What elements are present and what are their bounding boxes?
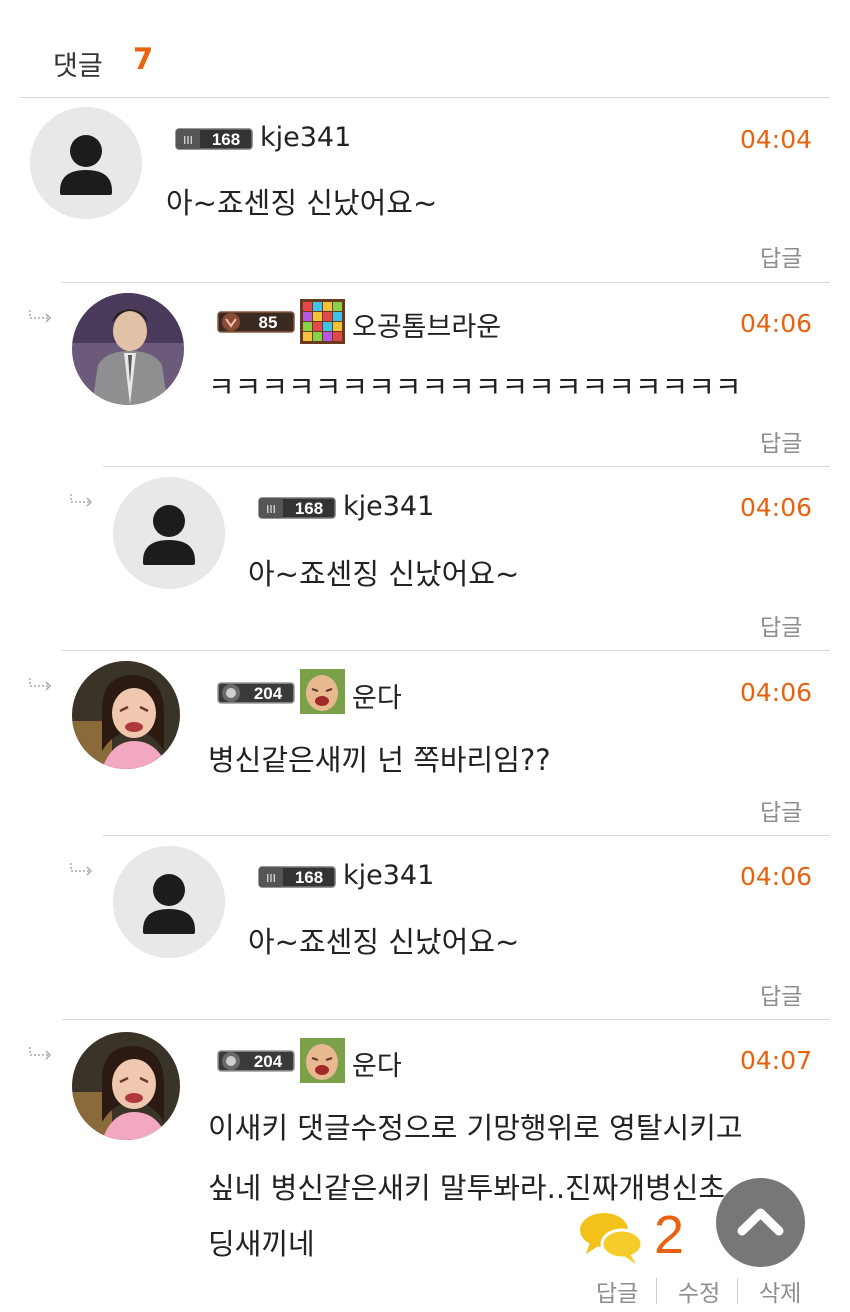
user-icon-image (300, 1038, 345, 1083)
timestamp: 04:06 (740, 309, 813, 338)
reply-button[interactable]: 답글 (760, 793, 802, 827)
level-badge: 204 (216, 680, 296, 706)
scroll-top-button[interactable] (716, 1178, 805, 1267)
reply-button[interactable]: 답글 (760, 608, 802, 642)
comment-item: 85 오공톰브라운 04:06 ㅋㅋㅋㅋㅋㅋㅋㅋㅋㅋㅋㅋㅋㅋㅋㅋㅋㅋㅋㅋ 답글 (62, 282, 830, 466)
reply-link[interactable]: 답글 (596, 1274, 638, 1308)
comment-count-badge: 2 (654, 1205, 685, 1265)
default-user-icon (113, 846, 225, 958)
comment-item: III 168 kje341 04:06 아~죠센징 신났어요~ 답글 (103, 466, 830, 650)
avatar[interactable] (72, 661, 180, 769)
comments-header: 댓글 7 (20, 0, 830, 98)
edit-link[interactable]: 수정 (678, 1274, 720, 1308)
divider (656, 1278, 657, 1304)
avatar[interactable] (30, 107, 142, 219)
svg-text:III: III (183, 134, 193, 147)
nickname[interactable]: 오공톰브라운 (352, 305, 501, 344)
user-icon-image (300, 299, 345, 344)
comment-text: 아~죠센징 신났어요~ (248, 557, 520, 591)
reply-arrow-icon (69, 862, 95, 876)
nickname[interactable]: 운다 (352, 676, 402, 715)
user-photo (72, 293, 184, 405)
comment-text-line-1: 이새키 댓글수정으로 기망행위로 영탈시키고 (208, 1111, 743, 1145)
level-number: 168 (295, 499, 323, 518)
comment-text: 병신같은새끼 넌 쪽바리임?? (208, 743, 551, 777)
default-user-icon (113, 477, 225, 589)
comment-text-line-3: 딩새끼네 (208, 1227, 315, 1261)
user-photo (72, 1032, 180, 1140)
comment-text: 아~죠센징 신났어요~ (166, 186, 438, 220)
comment-item: III 168 kje341 04:06 아~죠센징 신났어요~ 답글 (103, 835, 830, 1019)
nickname[interactable]: kje341 (343, 491, 434, 522)
timestamp: 04:04 (740, 125, 813, 154)
chevron-up-icon (737, 1208, 784, 1236)
reply-arrow-icon (28, 309, 54, 323)
comment-text: ㅋㅋㅋㅋㅋㅋㅋㅋㅋㅋㅋㅋㅋㅋㅋㅋㅋㅋㅋㅋ (208, 370, 742, 404)
timestamp: 04:06 (740, 862, 813, 891)
reply-arrow-icon (28, 1046, 54, 1060)
reply-arrow-icon (69, 493, 95, 507)
reply-button[interactable]: 답글 (760, 977, 802, 1011)
avatar[interactable] (72, 293, 184, 405)
level-number: 204 (254, 684, 283, 703)
avatar[interactable] (113, 846, 225, 958)
comment-item: III 168 kje341 04:04 아~죠센징 신났어요~ 답글 (20, 99, 830, 282)
avatar[interactable] (113, 477, 225, 589)
level-badge: 85 (216, 309, 296, 335)
nickname[interactable]: kje341 (343, 860, 434, 891)
comment-item: 204 운다 04:07 이새키 댓글수정으로 기망행위로 영탈시키고 싶네 병… (62, 1019, 830, 1312)
timestamp: 04:06 (740, 493, 813, 522)
comment-text: 아~죠센징 신났어요~ (248, 925, 520, 959)
nickname[interactable]: kje341 (260, 122, 351, 153)
comments-count: 7 (133, 42, 154, 76)
delete-link[interactable]: 삭제 (759, 1274, 801, 1308)
level-number: 85 (259, 313, 278, 332)
nickname[interactable]: 운다 (352, 1044, 402, 1083)
level-number: 204 (254, 1052, 283, 1071)
divider (737, 1278, 738, 1304)
reply-arrow-icon (28, 677, 54, 691)
comments-title: 댓글 (53, 51, 103, 82)
avatar[interactable] (72, 1032, 180, 1140)
speech-bubbles-icon (580, 1213, 644, 1264)
timestamp: 04:06 (740, 678, 813, 707)
svg-text:III: III (266, 503, 276, 516)
user-icon-image (300, 669, 345, 714)
default-user-icon (30, 107, 142, 219)
level-number: 168 (295, 868, 323, 887)
level-badge: III 168 (257, 495, 337, 521)
svg-text:III: III (266, 872, 276, 885)
reply-button[interactable]: 답글 (760, 239, 802, 273)
level-badge: III 168 (174, 126, 254, 152)
level-badge: III 168 (257, 864, 337, 890)
timestamp: 04:07 (740, 1046, 813, 1075)
comment-item: 204 운다 04:06 병신같은새끼 넌 쪽바리임?? 답글 (62, 650, 830, 835)
level-badge: 204 (216, 1048, 296, 1074)
level-number: 168 (212, 130, 240, 149)
user-photo (72, 661, 180, 769)
reply-button[interactable]: 답글 (760, 424, 802, 458)
